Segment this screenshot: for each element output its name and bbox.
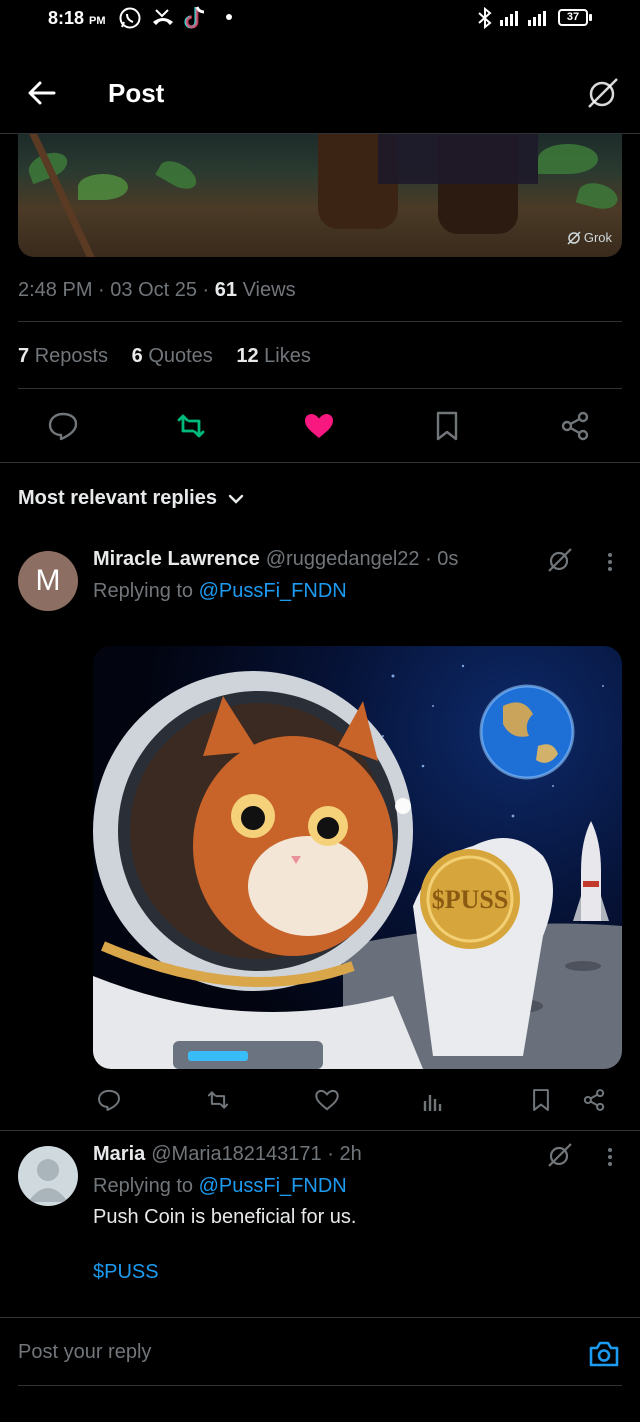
reply-header: Miracle Lawrence @ruggedangel22 · 0s (93, 548, 458, 571)
reply-text: Push Coin is beneficial for us. (93, 1206, 357, 1228)
arrow-left-icon[interactable] (26, 77, 58, 109)
reply-composer (0, 1318, 640, 1386)
replying-to: Replying to @PussFi_FNDN (93, 1175, 347, 1197)
quotes-stat[interactable]: 6 Quotes (132, 345, 213, 367)
grok-icon[interactable] (586, 76, 620, 110)
replies-sort-dropdown[interactable]: Most relevant replies (18, 487, 245, 510)
post-stats: 7 Reposts 6 Quotes 12 Likes (18, 345, 329, 368)
bluetooth-icon (478, 6, 492, 30)
default-avatar-icon (28, 1159, 68, 1202)
reply-author-name[interactable]: Maria (93, 1143, 145, 1165)
bookmark-icon[interactable] (528, 1087, 554, 1113)
coin-label: $PUSS (432, 885, 509, 914)
page-title: Post (108, 78, 165, 108)
post-timestamp: 2:48 PM · 03 Oct 25 · 61 Views (18, 279, 296, 301)
post-image[interactable]: Grok (18, 134, 622, 257)
reply-time: · 0s (425, 548, 459, 570)
comment-icon[interactable] (96, 1087, 122, 1113)
reply-handle[interactable]: @Maria182143171 (151, 1143, 321, 1165)
status-bar: 8:18 PM 37 (0, 0, 640, 38)
image-watermark: Grok (567, 230, 612, 245)
reply-image[interactable]: $PUSS (93, 646, 622, 1069)
status-time: 8:18 PM (48, 8, 106, 28)
avatar[interactable] (18, 1146, 78, 1206)
divider (18, 321, 622, 322)
divider (18, 388, 622, 389)
likes-stat[interactable]: 12 Likes (236, 345, 311, 367)
battery-tip (589, 14, 592, 21)
comment-icon[interactable] (46, 409, 80, 443)
heart-icon[interactable] (302, 409, 336, 443)
reply-author-name[interactable]: Miracle Lawrence (93, 548, 260, 570)
reply-header: Maria @Maria182143171 · 2h (93, 1143, 362, 1166)
whatsapp-icon (119, 7, 141, 29)
replying-to: Replying to @PussFi_FNDN (93, 580, 347, 602)
divider (0, 1130, 640, 1131)
heart-icon[interactable] (314, 1087, 340, 1113)
chevron-down-icon (228, 494, 244, 504)
avatar[interactable]: M (18, 551, 78, 611)
grok-icon[interactable] (547, 547, 573, 573)
replying-to-link[interactable]: @PussFi_FNDN (199, 580, 347, 602)
astronaut-cat-illustration: $PUSS (93, 664, 622, 1069)
repost-icon[interactable] (205, 1087, 231, 1113)
missed-call-icon (153, 9, 173, 25)
cashtag-link[interactable]: $PUSS (93, 1261, 159, 1284)
more-icon[interactable] (600, 550, 620, 574)
reposts-stat[interactable]: 7 Reposts (18, 345, 108, 367)
battery-indicator: 37 (558, 9, 588, 26)
divider (18, 1385, 622, 1386)
share-icon[interactable] (581, 1087, 607, 1113)
repost-icon[interactable] (174, 409, 208, 443)
bookmark-icon[interactable] (430, 409, 464, 443)
replying-to-link[interactable]: @PussFi_FNDN (199, 1175, 347, 1197)
camera-icon[interactable] (588, 1340, 620, 1368)
more-icon[interactable] (600, 1145, 620, 1169)
reply-input[interactable] (18, 1332, 558, 1372)
signal-icon (500, 11, 546, 26)
grok-watermark-icon (567, 230, 581, 245)
divider (0, 462, 640, 463)
cloak (378, 134, 538, 184)
tiktok-icon (184, 6, 205, 29)
notification-dot (226, 14, 232, 20)
analytics-icon[interactable] (420, 1087, 446, 1113)
share-icon[interactable] (558, 409, 592, 443)
grok-icon[interactable] (547, 1142, 573, 1168)
reply-time: · 2h (327, 1143, 362, 1165)
reply-handle[interactable]: @ruggedangel22 (266, 548, 420, 570)
